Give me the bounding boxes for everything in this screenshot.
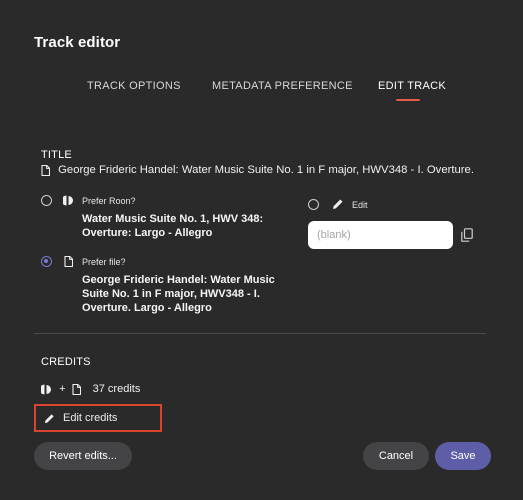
file-icon [72,383,81,395]
prefer-file-radio[interactable] [41,256,52,267]
copy-icon[interactable] [461,228,473,242]
title-section-heading: TITLE [41,149,72,161]
prefer-roon-value: Water Music Suite No. 1, HWV 348: Overtu… [82,213,264,239]
prefer-roon-label: Prefer Roon? [82,196,136,206]
credits-count: 37 credits [92,383,141,396]
custom-title-input[interactable] [308,221,453,249]
credits-summary: + 37 credits [39,383,141,396]
plus-sign: + [59,383,66,396]
current-title-row: George Frideric Handel: Water Music Suit… [41,164,474,176]
tab-metadata-preference[interactable]: METADATA PREFERENCE [212,80,353,92]
file-icon [64,256,73,267]
dialog-title: Track editor [34,34,121,51]
edit-title-radio[interactable] [308,199,319,210]
current-title-text: George Frideric Handel: Water Music Suit… [58,164,474,177]
cancel-button[interactable]: Cancel [363,442,429,470]
edit-credits-button[interactable]: Edit credits [34,404,162,432]
prefer-file-value: George Frideric Handel: Water Music Suit… [82,274,275,314]
edit-title-label: Edit [352,200,368,210]
save-button[interactable]: Save [435,442,491,470]
edit-credits-label: Edit credits [63,412,118,424]
pencil-icon [44,413,54,423]
prefer-roon-radio[interactable] [41,195,52,206]
active-tab-indicator [396,99,420,101]
tab-track-options[interactable]: TRACK OPTIONS [87,80,181,92]
credits-section-heading: CREDITS [41,356,91,368]
prefer-file-label: Prefer file? [82,257,126,267]
revert-edits-button[interactable]: Revert edits... [34,442,132,470]
pencil-icon [333,199,343,209]
roon-icon [63,195,73,206]
section-divider [34,333,486,334]
tab-edit-track[interactable]: EDIT TRACK [378,80,446,92]
roon-icon [39,384,51,395]
file-icon [41,164,50,176]
